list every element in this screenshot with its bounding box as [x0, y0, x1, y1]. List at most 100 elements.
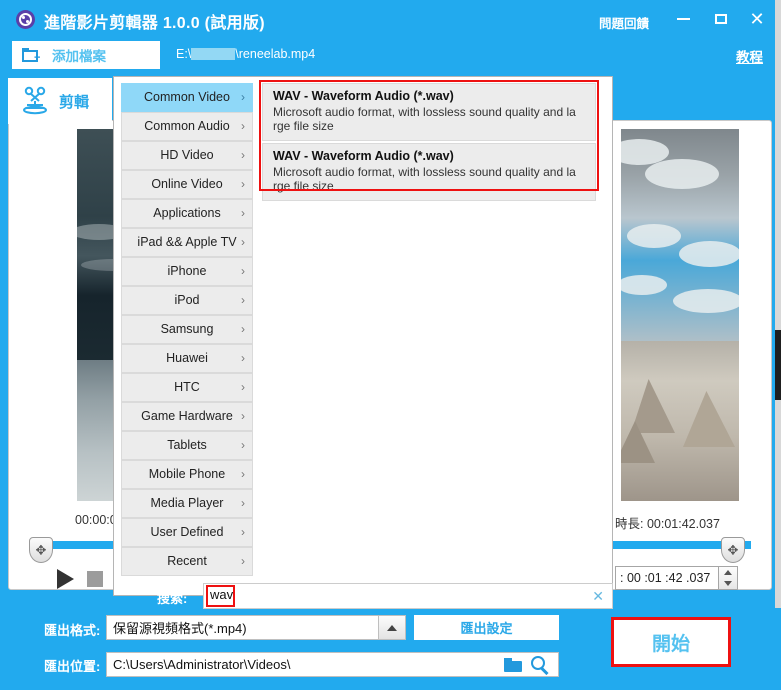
format-category-item[interactable]: User Defined › [121, 518, 253, 547]
chevron-right-icon: › [241, 438, 245, 453]
feedback-link[interactable]: 問題回饋 [599, 13, 649, 32]
format-category-label: iPhone [167, 264, 207, 279]
tutorial-link[interactable]: 教程 [736, 46, 763, 66]
toolbar: + 添加檔案 E:\ \reneelab.mp4 教程 [0, 38, 781, 74]
chevron-up-icon[interactable] [724, 570, 732, 575]
format-category-label: User Defined [150, 525, 224, 540]
format-category-item[interactable]: Game Hardware › [121, 402, 253, 431]
format-category-label: iPod [174, 293, 200, 308]
chevron-right-icon: › [241, 525, 245, 540]
format-item-description: Microsoft audio format, with lossless so… [273, 165, 576, 193]
search-icon[interactable] [531, 656, 550, 675]
format-category-label: iPad && Apple TV [137, 235, 237, 250]
format-category-item[interactable]: iPad && Apple TV › [121, 228, 253, 257]
search-input[interactable]: wav ✕ [203, 583, 613, 609]
format-category-label: Recent [167, 554, 207, 569]
format-category-label: HD Video [160, 148, 214, 163]
format-item-title: WAV - Waveform Audio (*.wav) [273, 89, 454, 103]
chevron-right-icon: › [241, 351, 245, 366]
application-window: 進階影片剪輯器 1.0.0 (試用版) 問題回饋 ✕ + 添加檔案 E:\ \re… [0, 0, 781, 690]
chevron-up-icon[interactable] [378, 616, 405, 639]
chevron-right-icon: › [241, 293, 245, 308]
file-path-suffix: \reneelab.mp4 [235, 47, 316, 61]
scissors-icon [20, 86, 50, 116]
chevron-right-icon: › [241, 496, 245, 511]
timeline-handle-start[interactable]: ✥ [29, 537, 53, 563]
format-category-item[interactable]: Tablets › [121, 431, 253, 460]
chevron-right-icon: › [241, 554, 245, 569]
format-category-item[interactable]: Common Audio › [121, 112, 253, 141]
preview-end-frame [621, 129, 739, 501]
format-item-list: WAV - Waveform Audio (*.wav) Microsoft au… [262, 83, 606, 589]
chevron-down-icon[interactable] [724, 581, 732, 586]
format-category-item[interactable]: HTC › [121, 373, 253, 402]
background-window-sliver-right [775, 0, 781, 690]
chevron-right-icon: › [241, 235, 245, 250]
page-title: 進階影片剪輯器 1.0.0 (試用版) [44, 15, 265, 32]
format-item-title: WAV - Waveform Audio (*.wav) [273, 149, 454, 163]
format-category-item[interactable]: Applications › [121, 199, 253, 228]
export-format-value: 保留源視頻格式(*.mp4) [113, 621, 247, 636]
format-category-label: Huawei [166, 351, 208, 366]
play-button[interactable] [57, 569, 74, 589]
format-item[interactable]: WAV - Waveform Audio (*.wav) Microsoft au… [262, 83, 596, 141]
format-category-label: Game Hardware [141, 409, 233, 424]
chevron-right-icon: › [241, 380, 245, 395]
format-category-label: Online Video [151, 177, 223, 192]
add-folder-icon: + [22, 48, 40, 64]
export-format-label: 匯出格式: [44, 623, 101, 638]
chevron-right-icon: › [241, 409, 245, 424]
format-search-row: 搜索: wav ✕ [113, 583, 613, 610]
maximize-button[interactable] [707, 8, 735, 30]
duration-value: 00:01:42.037 [646, 517, 720, 531]
format-item[interactable]: WAV - Waveform Audio (*.wav) Microsoft au… [262, 143, 596, 201]
maximize-icon [715, 14, 727, 24]
folder-icon[interactable] [504, 658, 522, 672]
format-category-label: Mobile Phone [148, 467, 226, 482]
export-destination-field[interactable]: C:\Users\Administrator\Videos\ [106, 652, 559, 677]
format-category-item[interactable]: Samsung › [121, 315, 253, 344]
tab-edit[interactable]: 剪輯 [8, 78, 112, 124]
format-category-label: Common Video [144, 90, 230, 105]
chevron-right-icon: › [241, 177, 245, 192]
duration-label: 時長: [615, 517, 644, 531]
format-category-label: Common Audio [144, 119, 230, 134]
format-category-label: Tablets [167, 438, 207, 453]
format-category-label: HTC [174, 380, 200, 395]
format-category-item[interactable]: Online Video › [121, 170, 253, 199]
search-label: 搜索: [157, 591, 188, 606]
start-button-label: 開始 [651, 633, 690, 655]
minimize-button[interactable] [669, 8, 697, 30]
format-category-label: Samsung [160, 322, 214, 337]
format-category-item[interactable]: Mobile Phone › [121, 460, 253, 489]
format-category-item[interactable]: iPod › [121, 286, 253, 315]
format-category-item[interactable]: iPhone › [121, 257, 253, 286]
format-category-item[interactable]: HD Video › [121, 141, 253, 170]
close-icon[interactable]: ✕ [592, 588, 604, 605]
format-category-item[interactable]: Media Player › [121, 489, 253, 518]
export-format-select[interactable]: 保留源視頻格式(*.mp4) [106, 615, 406, 640]
start-button[interactable]: 開始 [611, 617, 731, 667]
minimize-icon [676, 18, 690, 20]
chevron-right-icon: › [241, 322, 245, 337]
end-time-value[interactable]: : 00 :01 :42 .037 [615, 566, 719, 590]
file-path-prefix: E:\ [176, 47, 192, 61]
title-bar: 進階影片剪輯器 1.0.0 (試用版) 問題回饋 ✕ [0, 0, 781, 38]
timeline-handle-end[interactable]: ✥ [721, 537, 745, 563]
close-button[interactable]: ✕ [743, 8, 771, 30]
format-category-label: Applications [153, 206, 221, 221]
export-destination-label: 匯出位置: [44, 659, 101, 674]
export-settings-label: 匯出設定 [460, 621, 513, 636]
chevron-right-icon: › [241, 206, 245, 221]
redacted-path-mask [191, 48, 236, 60]
stop-button[interactable] [87, 571, 103, 587]
end-time-spin-buttons[interactable] [719, 566, 738, 590]
export-settings-button[interactable]: 匯出設定 [414, 615, 559, 640]
add-file-button[interactable]: + 添加檔案 [12, 41, 160, 69]
format-category-item[interactable]: Common Video › [121, 83, 253, 112]
end-time-stepper[interactable]: : 00 :01 :42 .037 [615, 566, 738, 590]
format-category-list: Common Video › Common Audio › HD Video › Onlin… [121, 83, 253, 589]
format-category-item[interactable]: Huawei › [121, 344, 253, 373]
format-category-item[interactable]: Recent › [121, 547, 253, 576]
duration-readout: 時長: 00:01:42.037 [615, 513, 720, 532]
